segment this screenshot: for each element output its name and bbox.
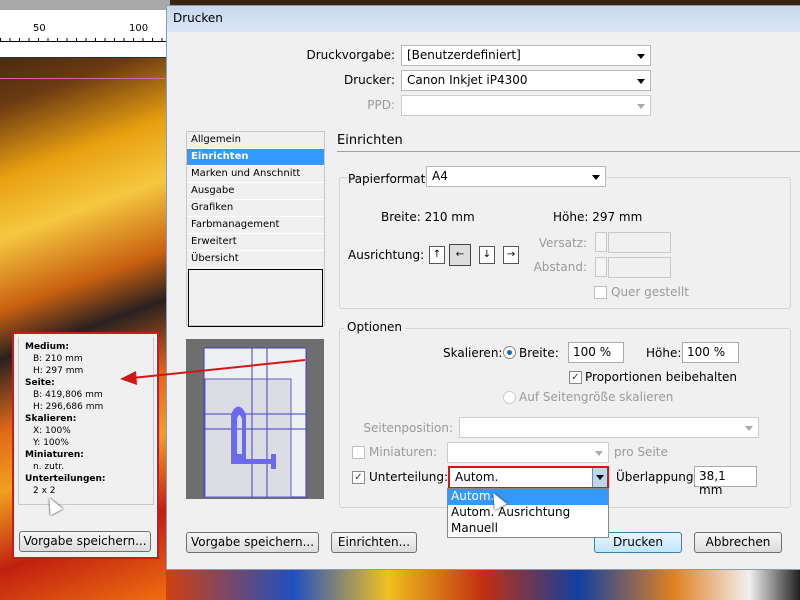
dropdown-option[interactable]: Autom. Ausrichtung [448, 505, 608, 521]
label: Medium: [25, 342, 69, 352]
ruler-mark: 50 [33, 23, 46, 34]
drucker-label: Drucker: [343, 73, 395, 87]
save-preset-button[interactable]: Vorgabe speichern... [186, 532, 319, 553]
miniaturen-label: Miniaturen: [369, 445, 437, 459]
value: B: 419,806 mm [33, 390, 103, 400]
value: 2 x 2 [33, 486, 56, 496]
nav-item-uebersicht[interactable]: Übersicht [187, 251, 324, 268]
hoehe-readout: Höhe: 297 mm [553, 210, 643, 224]
nav-item-einrichten[interactable]: Einrichten [187, 149, 324, 166]
label: Skalieren: [25, 414, 77, 424]
orientation-landscape-reversed-icon[interactable]: → [503, 246, 519, 264]
papierformat-value: A4 [432, 169, 448, 183]
miniaturen-select[interactable] [447, 442, 609, 463]
seitenposition-select[interactable] [459, 417, 759, 438]
guide-line [0, 78, 166, 79]
section-title: Einrichten [337, 133, 403, 148]
nav-item-grafiken[interactable]: Grafiken [187, 200, 324, 217]
nav-item-allgemein[interactable]: Allgemein [187, 132, 324, 149]
list-empty-area [188, 269, 323, 327]
ueberlappung-label: Überlappung: [616, 470, 698, 484]
annotation-arrow [120, 359, 306, 385]
label: Miniaturen: [25, 450, 84, 460]
druckvorgabe-value: [Benutzerdefiniert] [407, 48, 521, 62]
scale-radio[interactable] [503, 346, 516, 359]
nav-item-marken[interactable]: Marken und Anschnitt [187, 166, 324, 183]
proportionen-label: Proportionen beibehalten [585, 370, 738, 384]
value: n. zutr. [33, 462, 65, 472]
fit-page-label: Auf Seitengröße skalieren [519, 390, 674, 404]
nav-item-erweitert[interactable]: Erweitert [187, 234, 324, 251]
quer-gestellt-checkbox[interactable] [594, 286, 607, 299]
dropdown-option[interactable]: Autom. [448, 489, 608, 505]
dialog-title[interactable]: Drucken [167, 6, 800, 32]
horizontal-ruler: 50 100 [0, 10, 170, 58]
toolbar-strip [0, 0, 170, 10]
seitenposition-label: Seitenposition: [363, 421, 453, 435]
chevron-down-icon [637, 54, 645, 59]
dropdown-button[interactable] [592, 468, 607, 487]
ueberlappung-input[interactable]: 38,1 mm [694, 466, 757, 497]
label: Unterteilungen: [25, 474, 106, 484]
abstand-label: Abstand: [533, 260, 587, 274]
papierformat-select[interactable]: A4 [426, 166, 606, 187]
value: Y: 100% [33, 438, 69, 448]
versatz-spinner[interactable] [595, 232, 607, 252]
chevron-down-icon [637, 79, 645, 84]
ppd-select[interactable] [401, 95, 651, 116]
abstand-input[interactable] [608, 257, 671, 278]
drucker-select[interactable]: Canon Inkjet iP4300 [401, 70, 651, 91]
versatz-label: Versatz: [538, 236, 587, 250]
druckvorgabe-select[interactable]: [Benutzerdefiniert] [401, 45, 651, 66]
chevron-down-icon [745, 426, 753, 431]
abstand-spinner[interactable] [595, 257, 607, 277]
scale-width-input[interactable]: 100 % [568, 342, 624, 363]
chevron-down-icon [592, 175, 600, 180]
background-artwork-strip [166, 568, 800, 600]
dropdown-option[interactable]: Manuell [448, 521, 608, 537]
ausrichtung-label: Ausrichtung: [348, 248, 425, 262]
unterteilung-dropdown-list: Autom. Autom. Ausrichtung Manuell [447, 488, 609, 538]
chevron-down-icon [596, 475, 604, 480]
pro-seite-label: pro Seite [614, 445, 668, 459]
divider [337, 151, 800, 152]
papierformat-label: Papierformat: [348, 172, 430, 186]
category-list: Allgemein Einrichten Marken und Anschnit… [186, 131, 325, 327]
proportionen-checkbox[interactable]: ✓ [569, 371, 582, 384]
orientation-portrait-icon[interactable]: ↑ [429, 246, 445, 264]
breite-label: Breite: [519, 346, 559, 360]
ppd-label: PPD: [367, 98, 395, 112]
hoehe-label: Höhe: [646, 346, 682, 360]
unterteilung-value: Autom. [455, 470, 499, 484]
versatz-input[interactable] [608, 232, 671, 253]
skalieren-label: Skalieren: [443, 346, 503, 360]
value: X: 100% [33, 426, 71, 436]
miniaturen-checkbox[interactable] [352, 446, 365, 459]
breite-readout: Breite: 210 mm [381, 210, 475, 224]
setup-button[interactable]: Einrichten... [331, 532, 417, 553]
orientation-portrait-reversed-icon[interactable]: ↓ [479, 246, 495, 264]
unterteilung-select[interactable]: Autom. [448, 466, 609, 489]
scale-height-input[interactable]: 100 % [682, 342, 739, 363]
cancel-button[interactable]: Abbrechen [694, 532, 782, 553]
save-preset-button[interactable]: Vorgabe speichern... [19, 531, 151, 552]
chevron-down-icon [637, 104, 645, 109]
quer-gestellt-label: Quer gestellt [611, 285, 689, 299]
orientation-landscape-icon[interactable]: ← [449, 244, 471, 266]
fit-page-radio[interactable] [503, 391, 516, 404]
ruler-mark: 100 [129, 23, 149, 34]
print-dialog: Drucken Druckvorgabe: [Benutzerdefiniert… [166, 5, 800, 570]
drucker-value: Canon Inkjet iP4300 [407, 73, 528, 87]
unterteilung-label: Unterteilung: [369, 470, 449, 484]
nav-item-farbmanagement[interactable]: Farbmanagement [187, 217, 324, 234]
druckvorgabe-label: Druckvorgabe: [306, 48, 395, 62]
chevron-down-icon [595, 451, 603, 456]
unterteilung-checkbox[interactable]: ✓ [352, 471, 365, 484]
value: H: 296,686 mm [33, 402, 104, 412]
options-title: Optionen [344, 320, 406, 334]
nav-item-ausgabe[interactable]: Ausgabe [187, 183, 324, 200]
